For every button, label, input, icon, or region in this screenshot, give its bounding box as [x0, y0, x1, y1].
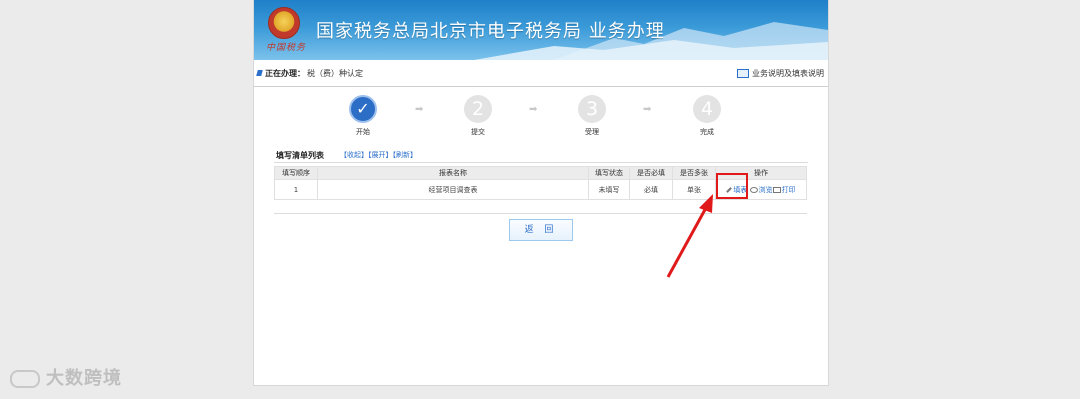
watermark-logo-icon [10, 370, 40, 388]
watermark-text: 大数跨境 [46, 368, 122, 389]
annotation-arrow-icon [666, 194, 713, 278]
watermark: 大数跨境 [10, 364, 122, 390]
